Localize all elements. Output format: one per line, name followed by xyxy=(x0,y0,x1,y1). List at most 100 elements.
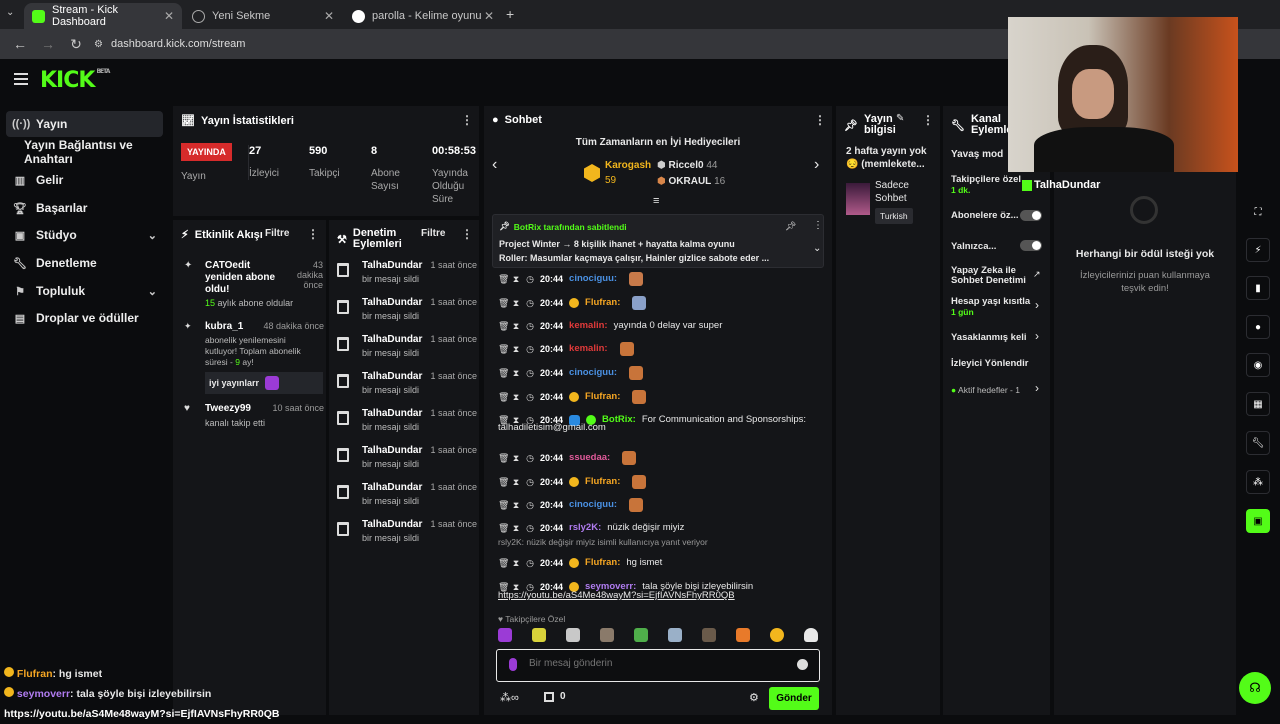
gift-counter[interactable]: 0 xyxy=(544,691,566,702)
chat-input-box[interactable] xyxy=(496,649,820,682)
timeout-icon[interactable]: ⧗ xyxy=(512,319,520,333)
delete-icon[interactable]: 🗑︎ xyxy=(498,498,509,512)
sidebar-item-community[interactable]: ⚑ Topluluk ⌄ xyxy=(6,278,163,304)
microphone-icon[interactable] xyxy=(509,658,517,671)
reload-icon[interactable]: ↻ xyxy=(68,36,84,53)
chat-message[interactable]: 🗑︎ ⧗ ◷ 20:44 Flufran: xyxy=(498,475,818,489)
kick-logo[interactable]: KICK BETA xyxy=(40,68,110,93)
close-tab-icon[interactable]: ✕ xyxy=(324,9,334,23)
activity-filter-button[interactable]: Filtre xyxy=(265,228,289,239)
channel-points[interactable]: ⁂∞ xyxy=(500,691,519,704)
chat-message[interactable]: 🗑︎ ⧗ ◷ 20:44 kemalin: xyxy=(498,342,818,356)
action-ai-moderation[interactable]: Yapay Zeka ile Sohbet Denetimi xyxy=(951,266,1035,286)
browser-tab-parolla[interactable]: parolla - Kelime oyunu. Günlük ✕ xyxy=(344,3,502,29)
delete-icon[interactable]: 🗑︎ xyxy=(498,521,509,535)
emotes-only-toggle[interactable] xyxy=(1020,240,1042,251)
send-button[interactable]: Gönder xyxy=(769,687,819,710)
delete-icon[interactable]: 🗑︎ xyxy=(498,272,509,286)
edit-icon[interactable]: ✎ xyxy=(896,113,904,124)
sidebar-item-stream-key[interactable]: Yayın Bağlantısı ve Anahtarı xyxy=(6,138,163,166)
action-emotes-only[interactable]: Yalnızca... xyxy=(951,241,996,252)
action-banned-words[interactable]: Yasaklanmış keli xyxy=(951,332,1027,343)
emote-icon[interactable] xyxy=(498,628,512,642)
timeout-icon[interactable]: ⧗ xyxy=(512,296,520,310)
pinned-menu-icon[interactable]: ⋮ xyxy=(813,220,823,231)
delete-icon[interactable]: 🗑︎ xyxy=(498,319,509,333)
wrench-icon[interactable]: 🔧︎ xyxy=(1246,431,1270,455)
emote-icon[interactable] xyxy=(770,628,784,642)
delete-icon[interactable]: 🗑︎ xyxy=(498,556,509,570)
leaderboard-next-icon[interactable]: › xyxy=(814,156,819,174)
timeout-icon[interactable]: ⧗ xyxy=(512,556,520,570)
emote-icon[interactable] xyxy=(702,628,716,642)
close-tab-icon[interactable]: ✕ xyxy=(164,9,174,23)
emote-icon[interactable] xyxy=(736,628,750,642)
chat-link[interactable]: https://youtu.be/aS4Me48wayM?si=EjfIAVNs… xyxy=(498,590,735,601)
chat-message[interactable]: 🗑︎ ⧗ ◷ 20:44 cinociguu: xyxy=(498,272,818,286)
leader-third[interactable]: ⬢ OKRAUL 16 xyxy=(657,176,737,190)
category-thumbnail[interactable] xyxy=(846,183,870,215)
back-icon[interactable]: ← xyxy=(12,36,28,52)
emote-icon[interactable] xyxy=(600,628,614,642)
sidebar-item-moderation[interactable]: 🔧︎ Denetleme xyxy=(6,250,163,276)
tab-list-dropdown-icon[interactable]: ⌄ xyxy=(6,7,14,18)
stream-info-menu-icon[interactable]: ⋮ xyxy=(922,113,934,127)
sidebar-item-studio[interactable]: ▣ Stüdyo ⌄ xyxy=(6,222,163,248)
chat-message[interactable]: 🗑︎ ⧗ ◷ 20:44 Flufran: xyxy=(498,296,818,310)
moderation-row[interactable]: TalhaDundar bir mesajı sildi 1 saat önce xyxy=(337,334,477,368)
moderation-row[interactable]: TalhaDundar bir mesajı sildi 1 saat önce xyxy=(337,519,477,553)
emote-icon[interactable] xyxy=(532,628,546,642)
chat-message[interactable]: 🗑︎ ⧗ ◷ 20:44 cinociguu: xyxy=(498,366,818,380)
bolt-icon[interactable]: ⚡︎ xyxy=(1246,238,1270,262)
subscribers-only-toggle[interactable] xyxy=(1020,210,1042,221)
emote-icon[interactable] xyxy=(804,628,818,642)
sidebar-item-revenue[interactable]: ▥ Gelir xyxy=(6,167,163,193)
chat-message[interactable]: 🗑︎ ⧗ ◷ 20:44 ssuedaa: xyxy=(498,451,818,465)
action-slow-mode[interactable]: Yavaş mod xyxy=(951,149,1003,160)
sidebar-item-achievements[interactable]: 🏆︎ Başarılar xyxy=(6,195,163,221)
site-info-icon[interactable]: ⚙ xyxy=(94,39,103,50)
delete-icon[interactable]: 🗑︎ xyxy=(498,475,509,489)
moderation-row[interactable]: TalhaDundar bir mesajı sildi 1 saat önce xyxy=(337,297,477,331)
timeout-icon[interactable]: ⧗ xyxy=(512,272,520,286)
emote-icon[interactable] xyxy=(566,628,580,642)
timeout-icon[interactable]: ⧗ xyxy=(512,521,520,535)
fullscreen-icon[interactable]: ⛶ xyxy=(1246,200,1270,224)
activity-menu-icon[interactable]: ⋮ xyxy=(307,227,319,241)
chat-message[interactable]: 🗑︎ ⧗ ◷ 20:44 cinociguu: xyxy=(498,498,818,512)
chat-message[interactable]: 🗑︎ ⧗ ◷ 20:44 rsly2K: nüzik değişir miyiz xyxy=(498,521,818,535)
moderation-filter-button[interactable]: Filtre xyxy=(421,228,445,239)
browser-tab-kick[interactable]: Stream - Kick Dashboard ✕ xyxy=(24,3,182,29)
moderation-row[interactable]: TalhaDundar bir mesajı sildi 1 saat önce xyxy=(337,445,477,479)
language-tag[interactable]: Turkish xyxy=(875,208,913,224)
chat-icon[interactable]: ● xyxy=(1246,315,1270,339)
info-icon[interactable]: ▦ xyxy=(1246,392,1270,416)
stats-menu-icon[interactable]: ⋮ xyxy=(461,113,473,127)
pin-toggle-icon[interactable]: 📌︎ xyxy=(785,221,796,232)
forward-icon[interactable]: → xyxy=(40,36,56,52)
delete-icon[interactable]: 🗑︎ xyxy=(498,366,509,380)
chat-menu-icon[interactable]: ⋮ xyxy=(814,113,826,127)
broadcast-icon[interactable]: ◉ xyxy=(1246,353,1270,377)
points-icon[interactable]: ⁂ xyxy=(1246,470,1270,494)
new-tab-icon[interactable]: + xyxy=(506,6,514,22)
emote-icon[interactable] xyxy=(634,628,648,642)
timeout-icon[interactable]: ⧗ xyxy=(512,390,520,404)
stats-icon[interactable]: ▮ xyxy=(1246,276,1270,300)
emoji-icon[interactable] xyxy=(797,659,808,670)
clapper-icon[interactable]: ▣ xyxy=(1246,509,1270,533)
emote-icon[interactable] xyxy=(668,628,682,642)
close-tab-icon[interactable]: ✕ xyxy=(484,9,494,23)
leaderboard-prev-icon[interactable]: ‹ xyxy=(492,156,497,174)
leader-second[interactable]: ⬢ Riccel0 44 xyxy=(657,160,737,174)
timeout-icon[interactable]: ⧗ xyxy=(512,475,520,489)
moderation-row[interactable]: TalhaDundar bir mesajı sildi 1 saat önce xyxy=(337,408,477,442)
moderation-row[interactable]: TalhaDundar bir mesajı sildi 1 saat önce xyxy=(337,482,477,516)
timeout-icon[interactable]: ⧗ xyxy=(512,342,520,356)
leader-first[interactable]: Karogash 59 xyxy=(584,160,654,190)
expand-pinned-icon[interactable]: ⌄ xyxy=(813,243,821,254)
help-icon[interactable]: ☊ xyxy=(1239,672,1271,704)
timeout-icon[interactable]: ⧗ xyxy=(512,451,520,465)
action-raid[interactable]: İzleyici Yönlendir xyxy=(951,358,1028,369)
chat-message[interactable]: 🗑︎ ⧗ ◷ 20:44 Flufran: xyxy=(498,390,818,404)
